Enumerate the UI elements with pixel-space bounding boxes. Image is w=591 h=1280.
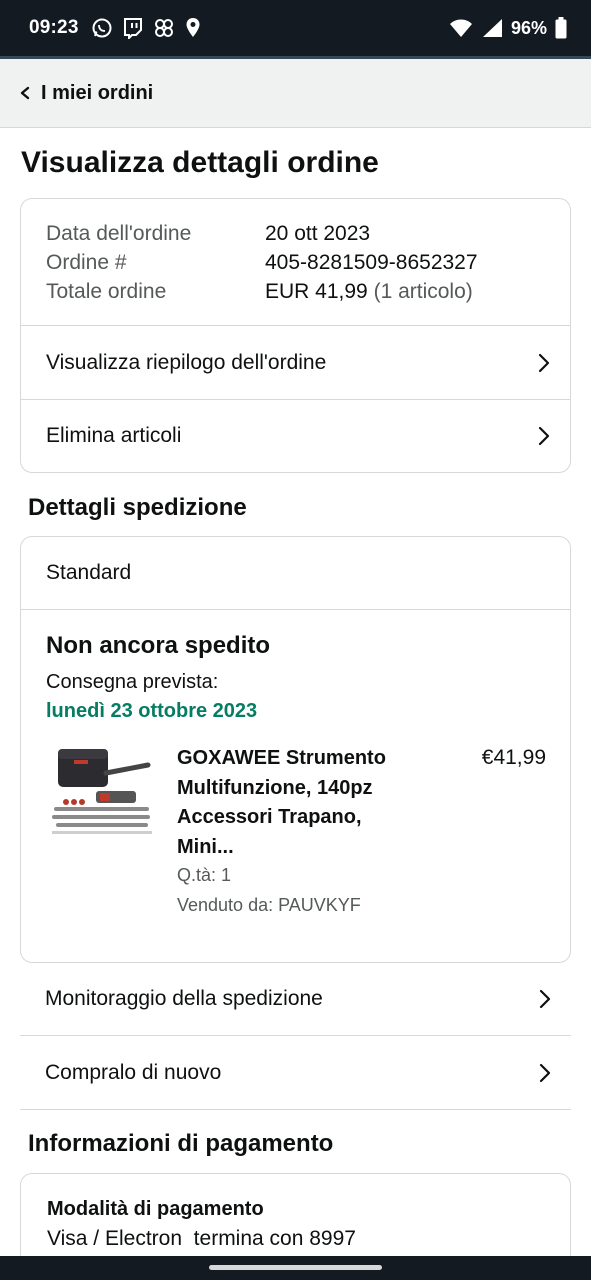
payment-section-title: Informazioni di pagamento	[28, 1130, 334, 1157]
order-item-count: (1 articolo)	[373, 280, 473, 303]
whatsapp-icon	[92, 18, 112, 38]
payment-method-value: Visa / Electron termina con 8997	[47, 1227, 356, 1250]
order-total-value: EUR 41,99 (1 articolo)	[265, 277, 473, 306]
shipping-type: Standard	[21, 537, 570, 610]
product-price: €41,99	[481, 746, 546, 769]
order-total-label: Totale ordine	[46, 280, 167, 303]
product-image[interactable]	[48, 743, 155, 845]
chevron-right-icon[interactable]	[537, 988, 553, 1010]
expected-delivery-date: lunedì 23 ottobre 2023	[46, 700, 258, 722]
delete-items-label[interactable]: Elimina articoli	[46, 424, 181, 448]
buy-again-label[interactable]: Compralo di nuovo	[45, 1061, 221, 1085]
product-seller: Venduto da: PAUVKYF	[177, 895, 361, 915]
home-gesture-handle[interactable]	[209, 1265, 382, 1270]
view-order-summary-label[interactable]: Visualizza riepilogo dell'ordine	[46, 351, 326, 375]
status-bar: 09:23 96%	[0, 0, 591, 56]
order-date-label: Data dell'ordine	[46, 222, 192, 245]
product-title[interactable]: GOXAWEE Strumento Multifunzione, 140pz A…	[177, 744, 427, 862]
order-summary: Data dell'ordine 20 ott 2023 Ordine # 40…	[21, 199, 570, 326]
delete-items-row[interactable]: Elimina articoli	[21, 399, 570, 472]
track-shipment-label[interactable]: Monitoraggio della spedizione	[45, 987, 323, 1011]
battery-percent: 96%	[510, 17, 547, 38]
status-right: 96%	[449, 17, 567, 39]
chevron-right-icon[interactable]	[537, 1062, 553, 1084]
pinwheel-icon	[154, 19, 173, 37]
expected-delivery-label: Consegna prevista:	[46, 671, 219, 693]
notification-icons	[91, 17, 201, 39]
system-navigation-bar	[0, 1256, 591, 1280]
buy-again-row[interactable]: Compralo di nuovo	[20, 1037, 571, 1110]
track-shipment-row[interactable]: Monitoraggio della spedizione	[20, 963, 571, 1036]
signal-icon	[482, 19, 502, 37]
twitch-icon	[123, 18, 142, 39]
chevron-right-icon[interactable]	[536, 425, 552, 447]
order-number-value: 405-8281509-8652327	[265, 251, 478, 274]
order-info-card: Data dell'ordine 20 ott 2023 Ordine # 40…	[20, 198, 571, 473]
product-title-line[interactable]: Mini...	[177, 833, 427, 863]
payment-method-label: Modalità di pagamento	[47, 1198, 264, 1220]
order-number-label: Ordine #	[46, 251, 127, 274]
product-quantity: Q.tà: 1	[177, 865, 232, 885]
product-title-line[interactable]: Multifunzione, 140pz	[177, 774, 427, 804]
product-title-line[interactable]: Accessori Trapano,	[177, 803, 427, 833]
wifi-icon	[449, 19, 472, 37]
shipment-status: Non ancora spedito	[46, 632, 271, 659]
shipping-section-title: Dettagli spedizione	[28, 494, 247, 521]
order-date-value: 20 ott 2023	[265, 222, 371, 245]
chevron-left-icon[interactable]	[18, 86, 32, 100]
back-link-label[interactable]: I miei ordini	[41, 82, 153, 105]
product-title-line[interactable]: GOXAWEE Strumento	[177, 744, 427, 774]
location-icon	[186, 18, 200, 37]
order-date-row: Data dell'ordine 20 ott 2023	[46, 219, 545, 248]
back-navigation[interactable]: I miei ordini	[0, 59, 591, 128]
view-order-summary-row[interactable]: Visualizza riepilogo dell'ordine	[21, 326, 570, 399]
chevron-right-icon[interactable]	[536, 352, 552, 374]
order-number-row: Ordine # 405-8281509-8652327	[46, 248, 545, 277]
order-total-amount: EUR 41,99	[265, 280, 368, 303]
page-title: Visualizza dettagli ordine	[21, 146, 379, 179]
battery-icon	[555, 17, 567, 39]
status-time: 09:23	[29, 17, 79, 38]
shipment-card: Standard Non ancora spedito Consegna pre…	[20, 536, 571, 963]
order-total-row: Totale ordine EUR 41,99 (1 articolo)	[46, 277, 545, 306]
